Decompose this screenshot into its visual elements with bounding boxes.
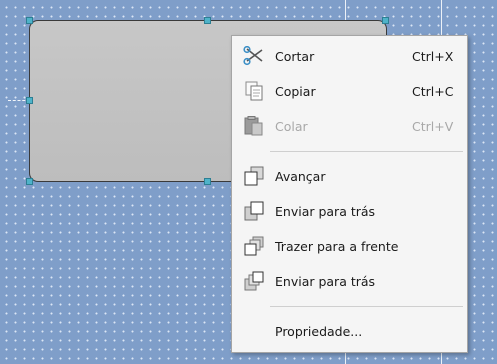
bring-to-front-icon [244,236,264,256]
resize-handle-middle-left[interactable] [26,97,33,104]
menu-item-send-to-back[interactable]: Enviar para trás [234,266,465,296]
menu-item-cut[interactable]: Cortar Ctrl+X [234,41,465,71]
context-menu: Cortar Ctrl+X Copiar Ctrl+C Colar Ctrl+V… [231,35,468,353]
bring-forward-icon [244,166,264,186]
menu-item-label: Enviar para trás [275,274,376,289]
scissors-icon [243,46,263,66]
menu-item-send-backward[interactable]: Enviar para trás [234,196,465,226]
menu-item-shortcut: Ctrl+C [412,84,454,99]
menu-item-label: Propriedade... [275,324,363,339]
menu-item-bring-forward[interactable]: Avançar [234,161,465,191]
menu-item-label: Cortar [275,49,315,64]
resize-handle-top-left[interactable] [26,17,33,24]
menu-item-shortcut: Ctrl+X [412,49,454,64]
menu-separator [270,151,463,152]
send-to-back-icon [244,271,264,291]
menu-item-label: Colar [275,119,308,134]
menu-item-copy[interactable]: Copiar Ctrl+C [234,76,465,106]
send-backward-icon [244,201,264,221]
menu-item-bring-to-front[interactable]: Trazer para a frente [234,231,465,261]
menu-separator [270,306,463,307]
menu-item-paste[interactable]: Colar Ctrl+V [234,111,465,141]
menu-item-label: Copiar [275,84,316,99]
paste-icon [244,116,263,136]
resize-handle-top-center[interactable] [204,17,211,24]
menu-item-label: Enviar para trás [275,204,376,219]
menu-item-label: Avançar [275,169,326,184]
resize-handle-top-right[interactable] [382,17,389,24]
menu-item-label: Trazer para a frente [275,239,399,254]
menu-item-properties[interactable]: Propriedade... [234,316,465,346]
menu-item-shortcut: Ctrl+V [412,119,454,134]
resize-handle-bottom-left[interactable] [26,178,33,185]
resize-handle-bottom-center[interactable] [204,178,211,185]
copy-icon [245,81,263,101]
